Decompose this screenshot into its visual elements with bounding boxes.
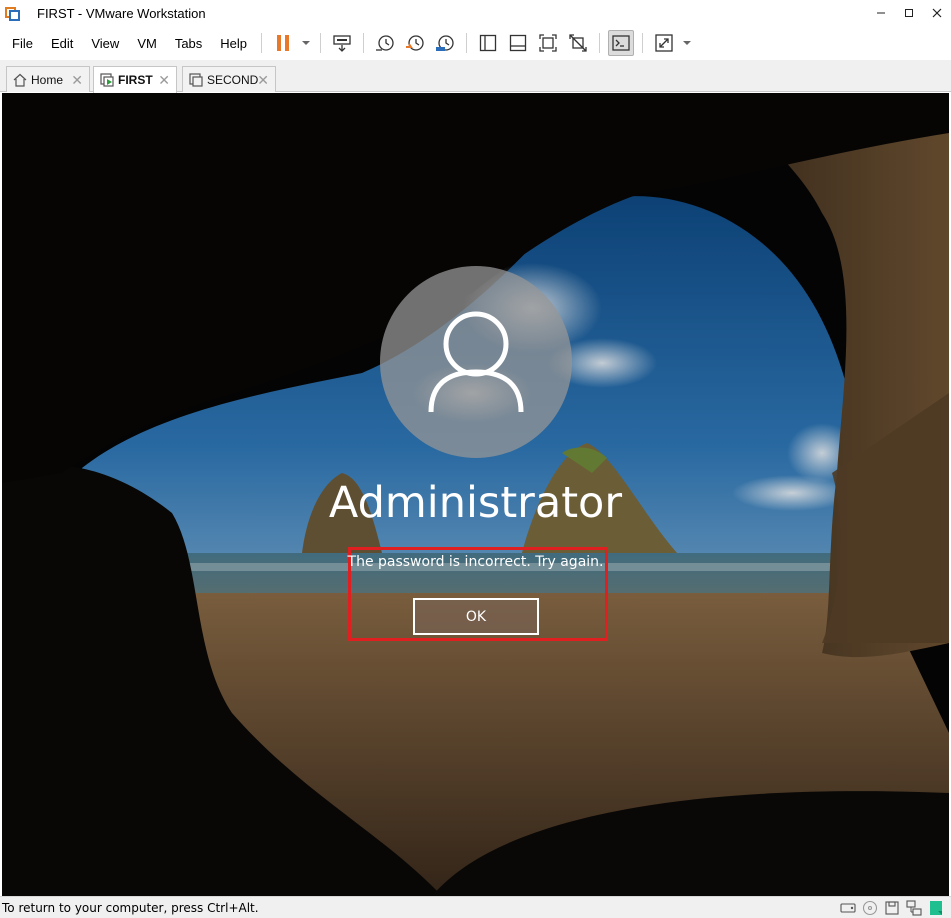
home-icon <box>13 73 27 87</box>
username-label: Administrator <box>328 478 623 528</box>
send-ctrl-alt-del-button[interactable] <box>327 28 357 58</box>
menu-file[interactable]: File <box>0 26 41 60</box>
snapshot-manager-icon <box>436 35 454 51</box>
status-message: To return to your computer, press Ctrl+A… <box>2 900 259 915</box>
close-button[interactable] <box>923 0 951 26</box>
toolbar-divider <box>261 33 263 53</box>
revert-snapshot-button[interactable] <box>400 28 430 58</box>
vm-icon <box>189 72 203 87</box>
error-message: The password is incorrect. Try again. <box>347 554 604 570</box>
ok-button[interactable]: OK <box>413 598 539 635</box>
toolbar-divider <box>642 33 644 53</box>
vm-console[interactable]: Administrator The password is incorrect.… <box>2 93 949 896</box>
user-icon <box>428 311 524 413</box>
chevron-down-icon <box>302 41 311 45</box>
tab-label: FIRST <box>118 73 153 87</box>
toolbar-divider <box>599 33 601 53</box>
tab-second[interactable]: SECOND ✕ <box>182 66 276 92</box>
thumbnail-bar-button[interactable] <box>503 28 533 58</box>
network-adapter-icon[interactable] <box>905 899 923 917</box>
snapshot-button[interactable] <box>370 28 400 58</box>
menu-tabs[interactable]: Tabs <box>165 26 210 60</box>
library-icon <box>479 34 497 52</box>
tab-first[interactable]: FIRST ✕ <box>93 66 177 93</box>
close-icon[interactable]: ✕ <box>257 72 269 89</box>
tab-label: Home <box>31 72 64 87</box>
full-screen-icon <box>539 34 557 52</box>
close-icon[interactable]: ✕ <box>158 72 170 89</box>
message-log-icon[interactable] <box>927 899 945 917</box>
tab-home[interactable]: Home ✕ <box>6 66 90 92</box>
unity-button[interactable] <box>563 28 593 58</box>
tab-bar: Home ✕ FIRST ✕ SECOND ✕ <box>0 60 951 93</box>
full-screen-button[interactable] <box>533 28 563 58</box>
send-ctrl-alt-del-icon <box>333 35 351 52</box>
chevron-down-icon <box>683 41 692 45</box>
maximize-button[interactable] <box>895 0 923 26</box>
tab-label: SECOND <box>207 72 259 87</box>
cd-dvd-icon[interactable] <box>861 899 879 917</box>
console-view-icon <box>612 35 630 51</box>
user-avatar <box>380 266 572 458</box>
floppy-icon[interactable] <box>883 899 901 917</box>
unity-icon <box>569 34 587 52</box>
snapshot-icon <box>376 35 394 51</box>
hard-disk-icon[interactable] <box>839 899 857 917</box>
menu-toolbar: File Edit View VM Tabs Help <box>0 26 951 60</box>
title-bar: FIRST - VMware Workstation <box>0 0 951 26</box>
pause-button[interactable] <box>268 28 298 58</box>
pause-dropdown[interactable] <box>298 28 314 58</box>
close-icon <box>932 8 942 18</box>
close-icon[interactable]: ✕ <box>71 72 83 89</box>
stretch-button[interactable] <box>649 28 679 58</box>
toolbar-divider <box>363 33 365 53</box>
minimize-button[interactable] <box>867 0 895 26</box>
stretch-dropdown[interactable] <box>679 28 695 58</box>
pause-icon <box>277 35 290 51</box>
menu-help[interactable]: Help <box>210 26 255 60</box>
toolbar-divider <box>466 33 468 53</box>
menu-edit[interactable]: Edit <box>41 26 81 60</box>
window-title: FIRST - VMware Workstation <box>37 5 206 21</box>
thumbnail-bar-icon <box>509 34 527 52</box>
stretch-icon <box>655 34 673 52</box>
menu-vm[interactable]: VM <box>127 26 165 60</box>
console-view-button[interactable] <box>608 30 635 56</box>
toolbar-divider <box>320 33 322 53</box>
menu-view[interactable]: View <box>81 26 127 60</box>
snapshot-manager-button[interactable] <box>430 28 460 58</box>
minimize-icon <box>877 12 885 14</box>
library-button[interactable] <box>473 28 503 58</box>
revert-snapshot-icon <box>406 35 424 51</box>
vm-running-icon <box>100 73 114 87</box>
maximize-icon <box>905 9 913 17</box>
vmware-logo-icon <box>5 5 21 21</box>
status-bar: To return to your computer, press Ctrl+A… <box>0 896 951 918</box>
